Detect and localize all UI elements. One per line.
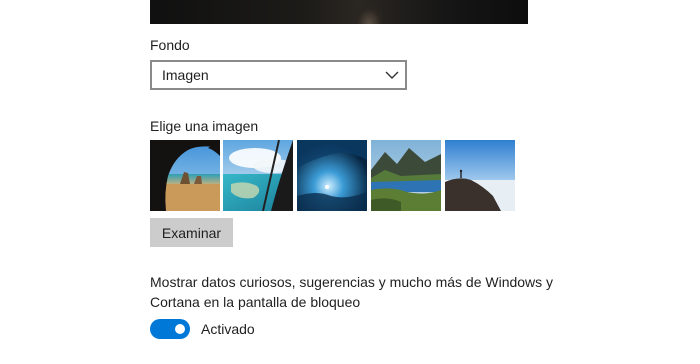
lock-screen-preview bbox=[150, 0, 528, 24]
cave-beach-image bbox=[150, 140, 220, 211]
preview-light-glow bbox=[355, 6, 383, 24]
tips-toggle[interactable] bbox=[150, 319, 190, 339]
sea-cliff-image bbox=[445, 140, 515, 211]
chevron-down-icon bbox=[385, 71, 399, 79]
thumbnail-mountain-lake[interactable] bbox=[371, 140, 441, 211]
tips-description: Mostrar datos curiosos, sugerencias y mu… bbox=[150, 274, 554, 310]
ice-cave-image bbox=[297, 140, 367, 211]
thumbnail-sea-cliff[interactable] bbox=[445, 140, 515, 211]
mountain-lake-image bbox=[371, 140, 441, 211]
background-label: Fondo bbox=[150, 37, 190, 53]
choose-image-label: Elige una imagen bbox=[150, 118, 259, 134]
background-select[interactable]: Imagen bbox=[150, 60, 407, 90]
thumbnail-ice-cave[interactable] bbox=[297, 140, 367, 211]
toggle-knob bbox=[175, 324, 185, 334]
image-thumbnail-list bbox=[150, 140, 515, 211]
tips-toggle-state: Activado bbox=[201, 321, 255, 337]
thumbnail-cave-beach[interactable] bbox=[150, 140, 220, 211]
aerial-coast-image bbox=[223, 140, 293, 211]
thumbnail-aerial-coast[interactable] bbox=[223, 140, 293, 211]
background-select-value: Imagen bbox=[162, 67, 209, 83]
browse-button[interactable]: Examinar bbox=[150, 218, 233, 247]
